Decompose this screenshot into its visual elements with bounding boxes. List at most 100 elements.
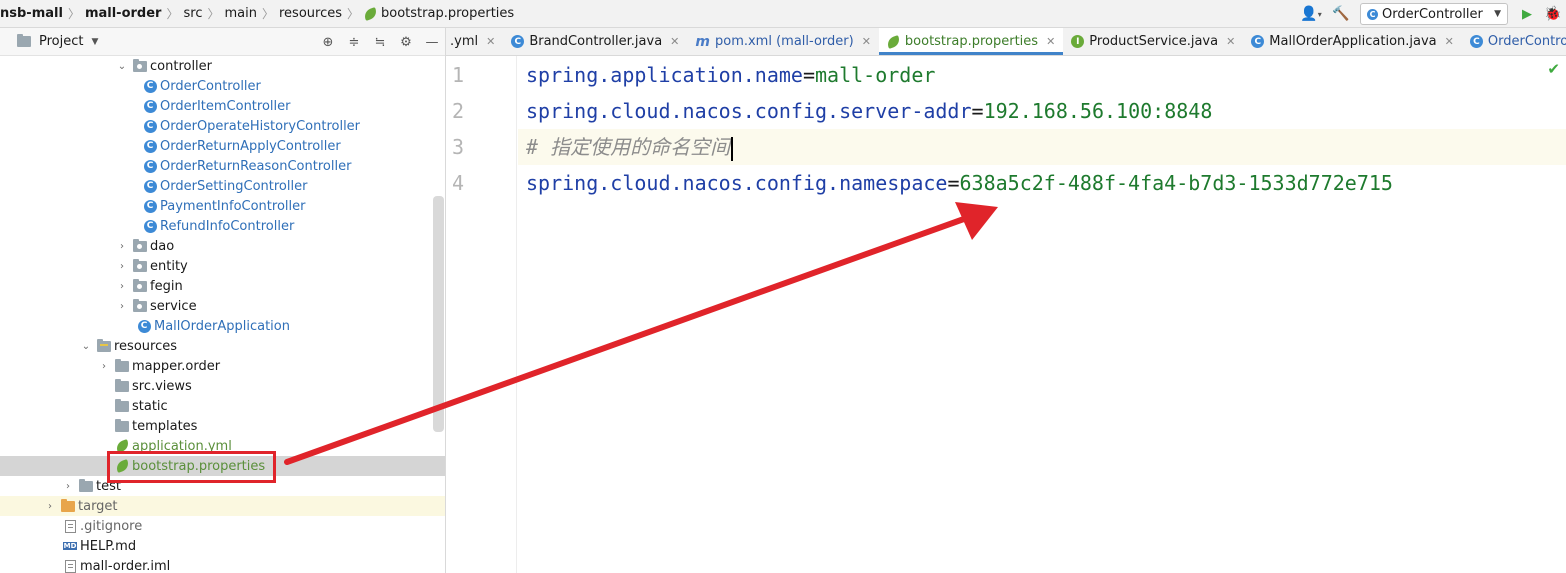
editor: .yml ✕ C BrandController.java ✕ m pom.xm… xyxy=(446,28,1566,573)
equals-sign: = xyxy=(947,171,960,195)
tree-label: OrderSettingController xyxy=(160,178,308,194)
tree-label: OrderReturnReasonController xyxy=(160,158,352,174)
chevron-right-icon[interactable]: › xyxy=(116,241,128,252)
code-line[interactable]: spring.cloud.nacos.config.namespace=638a… xyxy=(518,165,1566,201)
chevron-right-icon[interactable]: › xyxy=(98,361,110,372)
tree-label: service xyxy=(150,298,197,314)
gear-icon[interactable]: ⚙ xyxy=(393,28,419,56)
tab-label: BrandController.java xyxy=(529,34,663,49)
editor-tabs: .yml ✕ C BrandController.java ✕ m pom.xm… xyxy=(446,28,1566,56)
build-hammer-icon[interactable]: 🔨 xyxy=(1328,2,1354,26)
hide-icon[interactable]: — xyxy=(419,28,445,56)
close-icon[interactable]: ✕ xyxy=(1445,35,1454,48)
panel-tools: ⊕ ≑ ≒ ⚙ — xyxy=(315,28,445,56)
tree-class-item[interactable]: C OrderOperateHistoryController xyxy=(0,116,445,136)
tree-file-iml[interactable]: mall-order.iml xyxy=(0,556,445,573)
tree-label: src.views xyxy=(132,378,192,394)
tree-folder-fegin[interactable]: › fegin xyxy=(0,276,445,296)
project-panel-header: Project ▼ ⊕ ≑ ≒ ⚙ — xyxy=(0,28,445,56)
tree-label: fegin xyxy=(150,278,183,294)
tab-product-service[interactable]: I ProductService.java ✕ xyxy=(1063,28,1243,55)
chevron-right-icon[interactable]: › xyxy=(44,501,56,512)
tree-folder-dao[interactable]: › dao xyxy=(0,236,445,256)
tab-brand-controller[interactable]: C BrandController.java ✕ xyxy=(503,28,687,55)
collapse-all-icon[interactable]: ≒ xyxy=(367,28,393,56)
tab-order-controller[interactable]: C OrderController.java ✕ xyxy=(1462,28,1566,55)
close-icon[interactable]: ✕ xyxy=(1226,35,1235,48)
chevron-right-icon[interactable]: › xyxy=(116,261,128,272)
project-view-select[interactable]: Project ▼ xyxy=(0,34,98,50)
tree-class-item[interactable]: C OrderReturnReasonController xyxy=(0,156,445,176)
chevron-right-icon[interactable]: › xyxy=(116,301,128,312)
tree-folder-controller[interactable]: ⌄ controller xyxy=(0,56,445,76)
close-icon[interactable]: ✕ xyxy=(862,35,871,48)
tree-class-item[interactable]: C OrderItemController xyxy=(0,96,445,116)
close-icon[interactable]: ✕ xyxy=(486,35,495,48)
tree-label: HELP.md xyxy=(80,538,137,554)
code-line[interactable]: spring.cloud.nacos.config.server-addr=19… xyxy=(518,93,1566,129)
folder-icon xyxy=(78,478,94,494)
inspection-ok-icon[interactable]: ✔ xyxy=(1547,60,1560,78)
tree-class-item[interactable]: C OrderReturnApplyController xyxy=(0,136,445,156)
tree-folder-entity[interactable]: › entity xyxy=(0,256,445,276)
tab-yml[interactable]: .yml ✕ xyxy=(446,28,503,55)
tree-folder-service[interactable]: › service xyxy=(0,296,445,316)
markdown-file-icon: MD xyxy=(62,542,78,550)
code-line[interactable]: spring.application.name=mall-order xyxy=(518,57,1566,93)
tab-mall-order-application[interactable]: C MallOrderApplication.java ✕ xyxy=(1243,28,1462,55)
close-icon[interactable]: ✕ xyxy=(1046,35,1055,48)
breadcrumb-project[interactable]: nsb-mall xyxy=(0,6,63,21)
chevron-right-icon[interactable]: › xyxy=(116,281,128,292)
breadcrumb-separator: 〉 xyxy=(166,7,179,21)
tree-file-help-md[interactable]: MD HELP.md xyxy=(0,536,445,556)
spring-leaf-icon xyxy=(362,6,379,21)
code-editor[interactable]: 1 2 3 4 spring.application.name=mall-ord… xyxy=(446,56,1566,573)
run-configuration-select[interactable]: C OrderController ▼ xyxy=(1360,3,1508,25)
breadcrumb-src[interactable]: src xyxy=(183,6,202,21)
tab-pom-xml[interactable]: m pom.xml (mall-order) ✕ xyxy=(687,28,879,55)
tree-folder-target[interactable]: › target xyxy=(0,496,445,516)
navigation-bar: nsb-mall 〉 mall-order 〉 src 〉 main 〉 res… xyxy=(0,0,1566,28)
chevron-down-icon[interactable]: ⌄ xyxy=(116,61,128,72)
user-icon[interactable]: 👤 ▾ xyxy=(1294,2,1328,26)
tree-folder-static[interactable]: static xyxy=(0,396,445,416)
tree-class-item[interactable]: C OrderSettingController xyxy=(0,176,445,196)
excluded-folder-icon xyxy=(60,498,76,514)
maven-icon: m xyxy=(695,33,710,50)
tree-class-item[interactable]: C PaymentInfoController xyxy=(0,196,445,216)
tree-label: OrderController xyxy=(160,78,261,94)
project-panel-scrollbar[interactable] xyxy=(433,196,444,432)
chevron-right-icon[interactable]: › xyxy=(62,481,74,492)
code-line-current[interactable]: # 指定使用的命名空间 xyxy=(518,129,1566,165)
breadcrumb-file[interactable]: bootstrap.properties xyxy=(362,6,514,21)
tree-file-gitignore[interactable]: .gitignore xyxy=(0,516,445,536)
toolbar: 👤 ▾ 🔨 C OrderController ▼ ▶ 🐞 xyxy=(1294,0,1566,28)
tab-bootstrap-properties[interactable]: bootstrap.properties ✕ xyxy=(878,28,1064,55)
close-icon[interactable]: ✕ xyxy=(670,35,679,48)
breadcrumb-resources[interactable]: resources xyxy=(279,6,342,21)
run-icon[interactable]: ▶ xyxy=(1514,2,1540,26)
tab-label: MallOrderApplication.java xyxy=(1269,34,1437,49)
locate-icon[interactable]: ⊕ xyxy=(315,28,341,56)
tree-label: resources xyxy=(114,338,178,354)
debug-icon[interactable]: 🐞 xyxy=(1540,2,1566,26)
tree-class-item[interactable]: C RefundInfoController xyxy=(0,216,445,236)
breadcrumb-main[interactable]: main xyxy=(224,6,256,21)
tree-folder-resources[interactable]: ⌄ resources xyxy=(0,336,445,356)
tree-label: OrderOperateHistoryController xyxy=(160,118,361,134)
folder-icon xyxy=(114,398,130,414)
tree-folder-mapper[interactable]: › mapper.order xyxy=(0,356,445,376)
chevron-down-icon: ▼ xyxy=(91,36,99,47)
tree-class-item[interactable]: C MallOrderApplication xyxy=(0,316,445,336)
tree-folder-templates[interactable]: templates xyxy=(0,416,445,436)
tree-class-item[interactable]: C OrderController xyxy=(0,76,445,96)
class-icon: C xyxy=(1469,35,1483,48)
expand-all-icon[interactable]: ≑ xyxy=(341,28,367,56)
breadcrumb-module[interactable]: mall-order xyxy=(85,6,162,21)
breadcrumb-separator: 〉 xyxy=(347,7,360,21)
chevron-down-icon[interactable]: ⌄ xyxy=(80,341,92,352)
tree-label: OrderItemController xyxy=(160,98,291,114)
breadcrumb-separator: 〉 xyxy=(67,7,80,21)
breadcrumb: nsb-mall 〉 mall-order 〉 src 〉 main 〉 res… xyxy=(0,0,514,28)
tree-folder-views[interactable]: src.views xyxy=(0,376,445,396)
